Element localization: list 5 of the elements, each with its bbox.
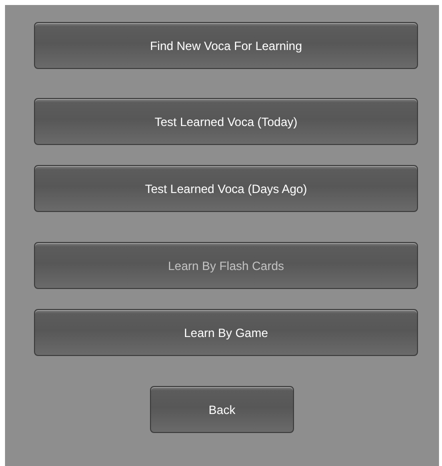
- menu-button[interactable]: Test Learned Voca (Days Ago): [34, 165, 418, 212]
- menu-button[interactable]: Test Learned Voca (Today): [34, 98, 418, 145]
- menu-button[interactable]: Find New Voca For Learning: [34, 22, 418, 69]
- back-button[interactable]: Back: [150, 386, 294, 433]
- menu-button[interactable]: Learn By Game: [34, 309, 418, 356]
